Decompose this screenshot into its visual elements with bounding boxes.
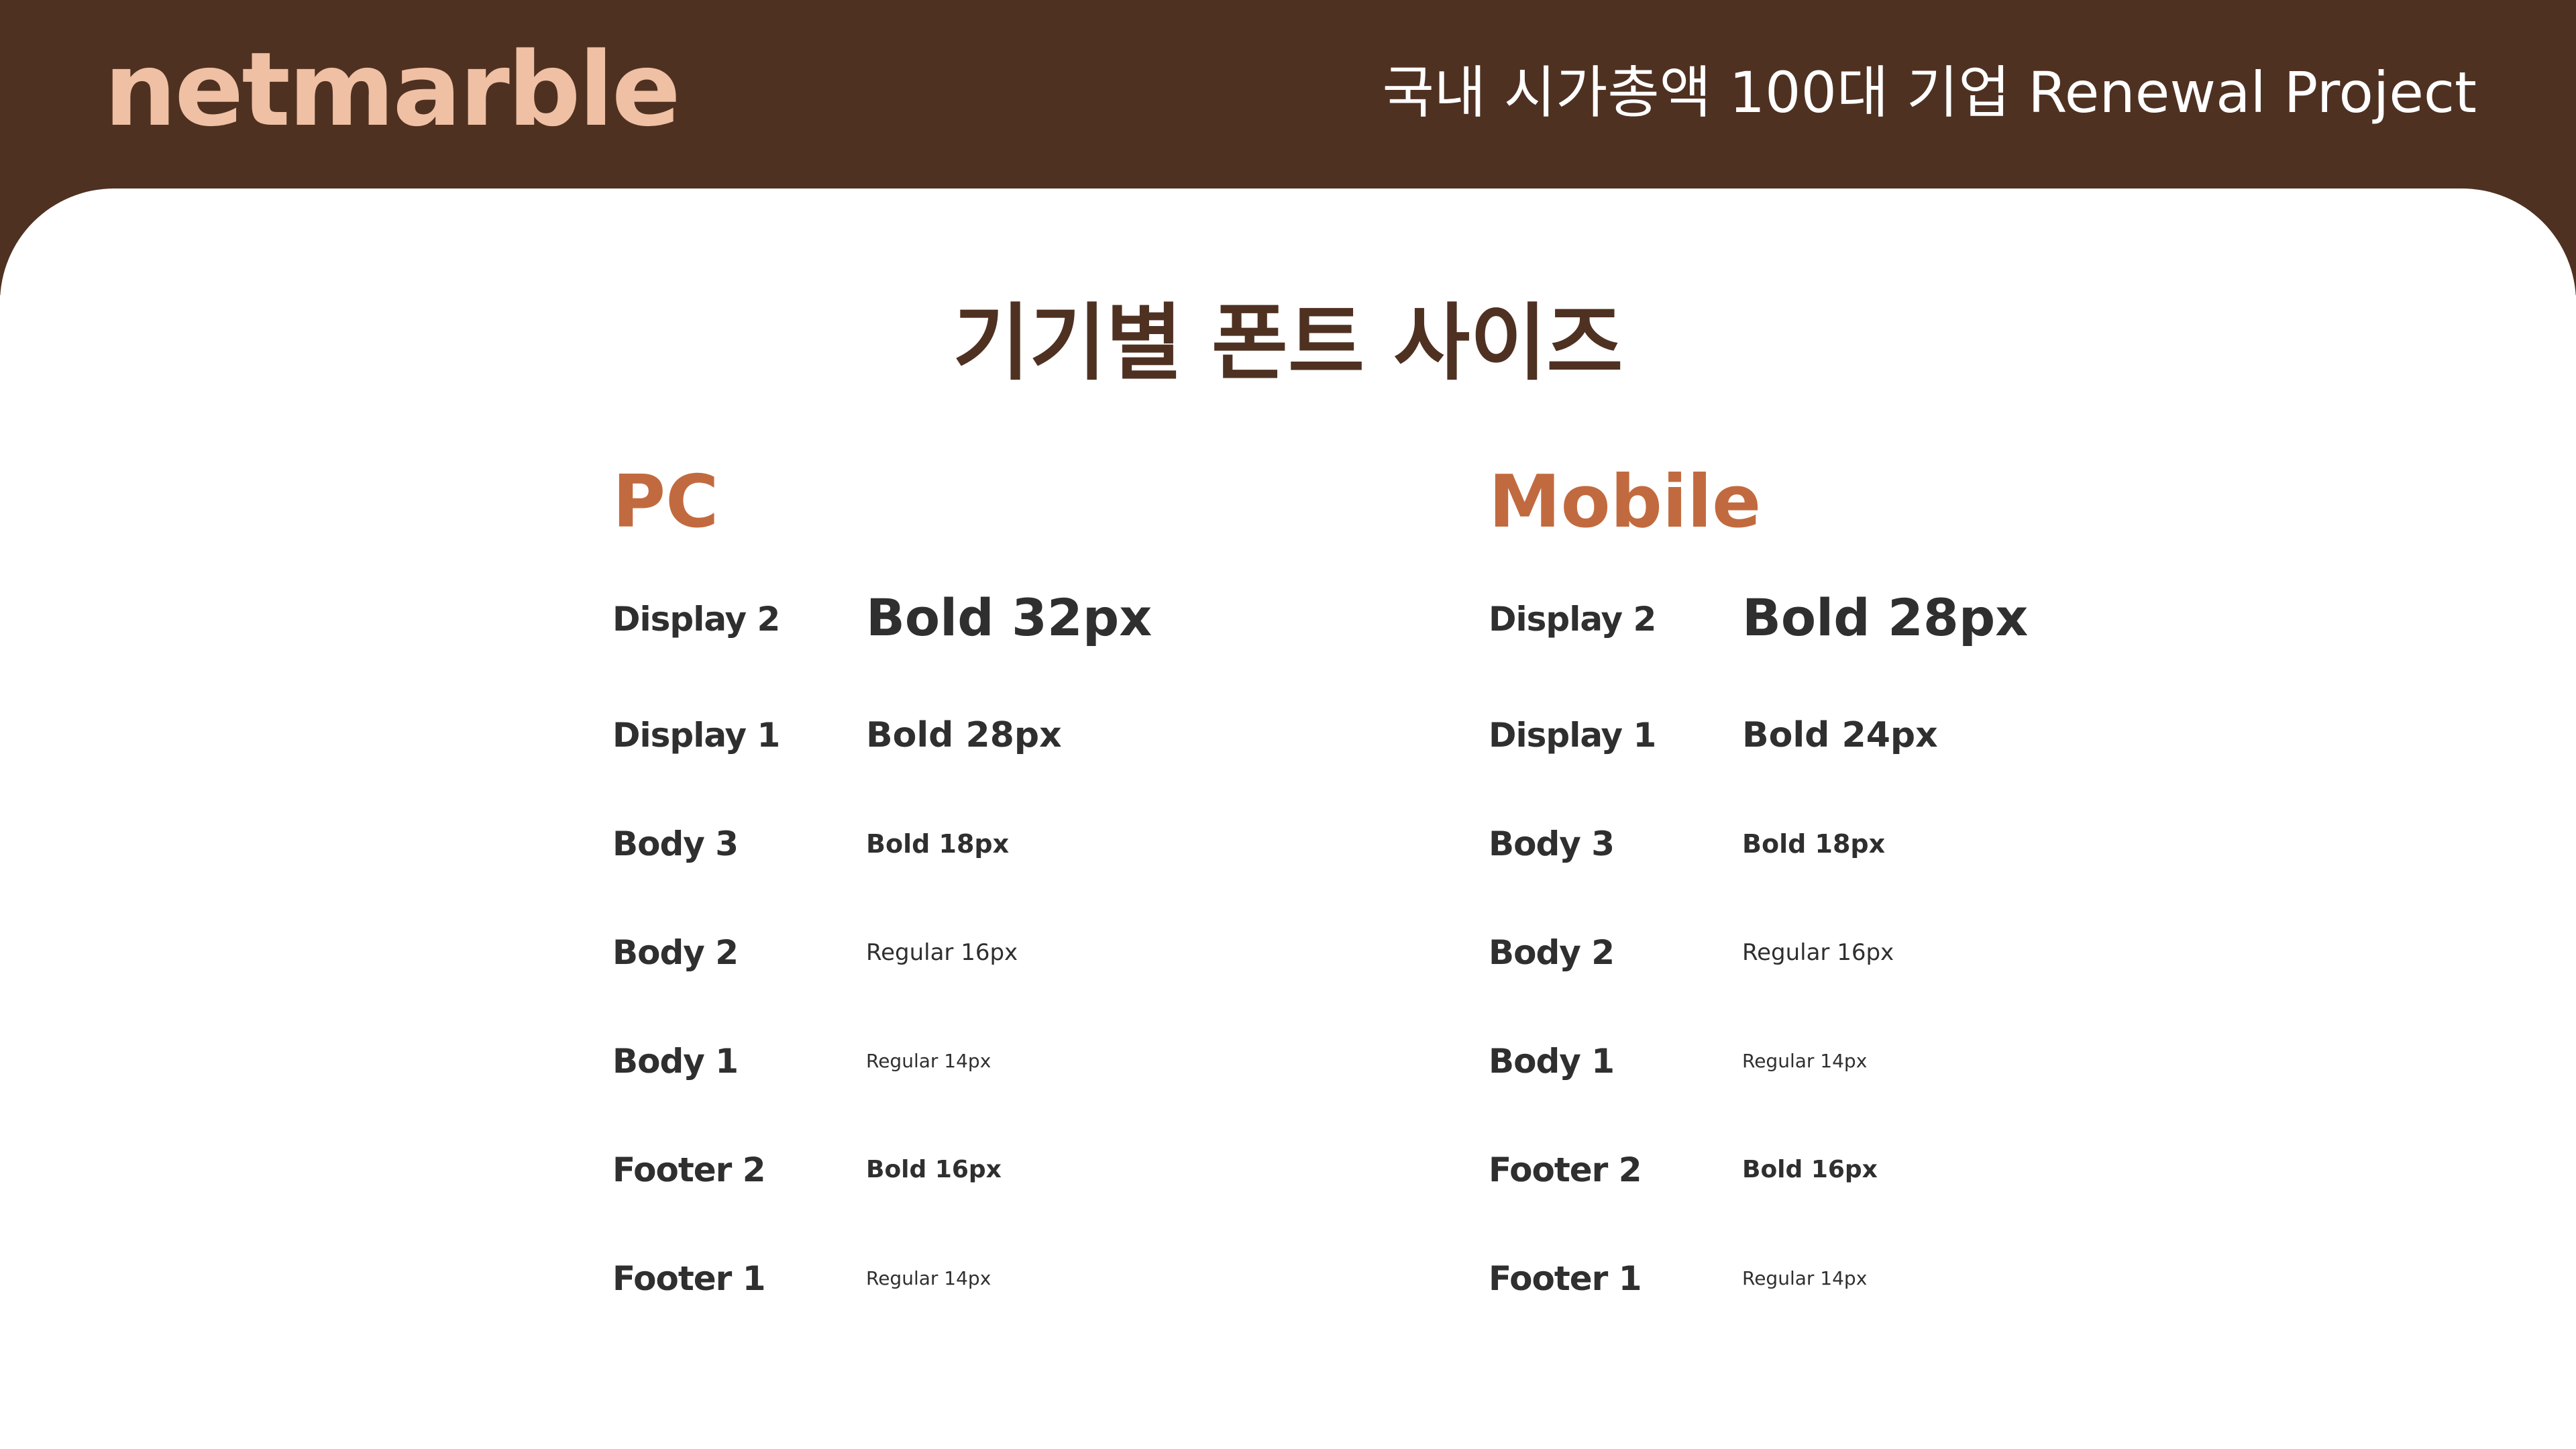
pc-column: PC Display 2 Bold 32px Display 1 Bold 28… [612, 0, 1417, 1449]
netmarble-logo: netmarble [104, 30, 681, 149]
pc-row-label: Footer 1 [612, 1259, 765, 1298]
mobile-row-label: Display 2 [1489, 600, 1656, 639]
mobile-row-value: Bold 18px [1742, 829, 1886, 859]
pc-row-value: Bold 18px [866, 829, 1010, 859]
pc-heading: PC [612, 460, 719, 544]
mobile-row-value: Regular 14px [1742, 1267, 1868, 1289]
mobile-row-label: Body 3 [1489, 824, 1615, 863]
mobile-row-value: Bold 24px [1742, 715, 1938, 755]
pc-row-value: Regular 14px [866, 1267, 991, 1289]
mobile-row-label: Body 1 [1489, 1042, 1615, 1081]
pc-row-label: Body 2 [612, 933, 739, 972]
pc-row-label: Display 2 [612, 600, 780, 639]
pc-row-label: Body 1 [612, 1042, 739, 1081]
mobile-column: Mobile Display 2 Bold 28px Display 1 Bol… [1489, 0, 2294, 1449]
pc-row-label: Display 1 [612, 716, 780, 755]
pc-row-label: Body 3 [612, 824, 739, 863]
mobile-row-label: Footer 1 [1489, 1259, 1642, 1298]
pc-row-value: Bold 28px [866, 715, 1062, 755]
pc-row-value: Bold 32px [866, 588, 1152, 647]
mobile-row-label: Footer 2 [1489, 1150, 1642, 1189]
mobile-row-value: Bold 28px [1742, 588, 2029, 647]
pc-row-value: Bold 16px [866, 1156, 1002, 1183]
pc-row-label: Footer 2 [612, 1150, 765, 1189]
mobile-row-label: Display 1 [1489, 716, 1656, 755]
mobile-heading: Mobile [1489, 460, 1762, 544]
mobile-row-value: Bold 16px [1742, 1156, 1878, 1183]
mobile-row-value: Regular 14px [1742, 1050, 1868, 1072]
pc-row-value: Regular 16px [866, 939, 1018, 966]
mobile-row-label: Body 2 [1489, 933, 1615, 972]
mobile-row-value: Regular 16px [1742, 939, 1894, 966]
pc-row-value: Regular 14px [866, 1050, 991, 1072]
